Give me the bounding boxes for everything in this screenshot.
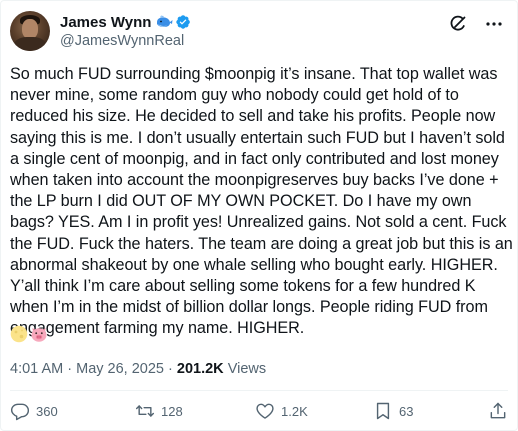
meta-separator: · — [67, 361, 73, 377]
reply-count: 360 — [36, 403, 58, 419]
bookmark-count: 63 — [399, 403, 414, 419]
grok-icon[interactable] — [448, 14, 468, 34]
display-name[interactable]: James Wynn — [60, 14, 151, 31]
share-icon — [490, 402, 506, 419]
bookmark-button[interactable]: 63 — [373, 401, 413, 421]
more-icon[interactable] — [484, 14, 504, 34]
share-button[interactable] — [488, 401, 508, 421]
reply-button[interactable]: 360 — [10, 401, 58, 421]
tweet-meta: 4:01 AM · May 26, 2025 · 201.2K Views — [10, 361, 266, 377]
tweet-card: James Wynn @JamesWynnReal So much FUD su… — [0, 0, 518, 431]
tweet-date[interactable]: May 26, 2025 — [76, 361, 164, 377]
tweet-time[interactable]: 4:01 AM — [10, 361, 63, 377]
repost-count: 128 — [161, 403, 183, 419]
verified-badge-icon[interactable] — [175, 14, 191, 30]
repost-button[interactable]: 128 — [135, 401, 183, 421]
author-info: James Wynn @JamesWynnReal — [60, 12, 191, 49]
heart-icon — [256, 403, 274, 419]
header-actions — [448, 14, 504, 34]
like-count: 1.2K — [281, 403, 308, 419]
tweet-header: James Wynn @JamesWynnReal — [10, 10, 508, 54]
bookmark-icon — [376, 402, 390, 420]
pig-face-emoji — [30, 325, 48, 343]
whale-icon — [155, 15, 173, 29]
tweet-actions: 360 128 1.2K 63 — [10, 401, 508, 425]
meta-separator: · — [168, 361, 173, 377]
tweet-emojis — [10, 322, 48, 346]
tweet-text: So much FUD surrounding $moonpig it’s in… — [10, 65, 513, 338]
like-button[interactable]: 1.2K — [255, 401, 308, 421]
handle[interactable]: @JamesWynnReal — [60, 33, 191, 49]
avatar[interactable] — [10, 11, 50, 51]
views-label: Views — [227, 361, 267, 377]
views-count: 201.2K — [176, 361, 224, 377]
full-moon-face-emoji — [10, 325, 28, 343]
reply-icon — [10, 403, 30, 421]
repost-icon — [135, 405, 155, 417]
divider — [10, 390, 508, 391]
